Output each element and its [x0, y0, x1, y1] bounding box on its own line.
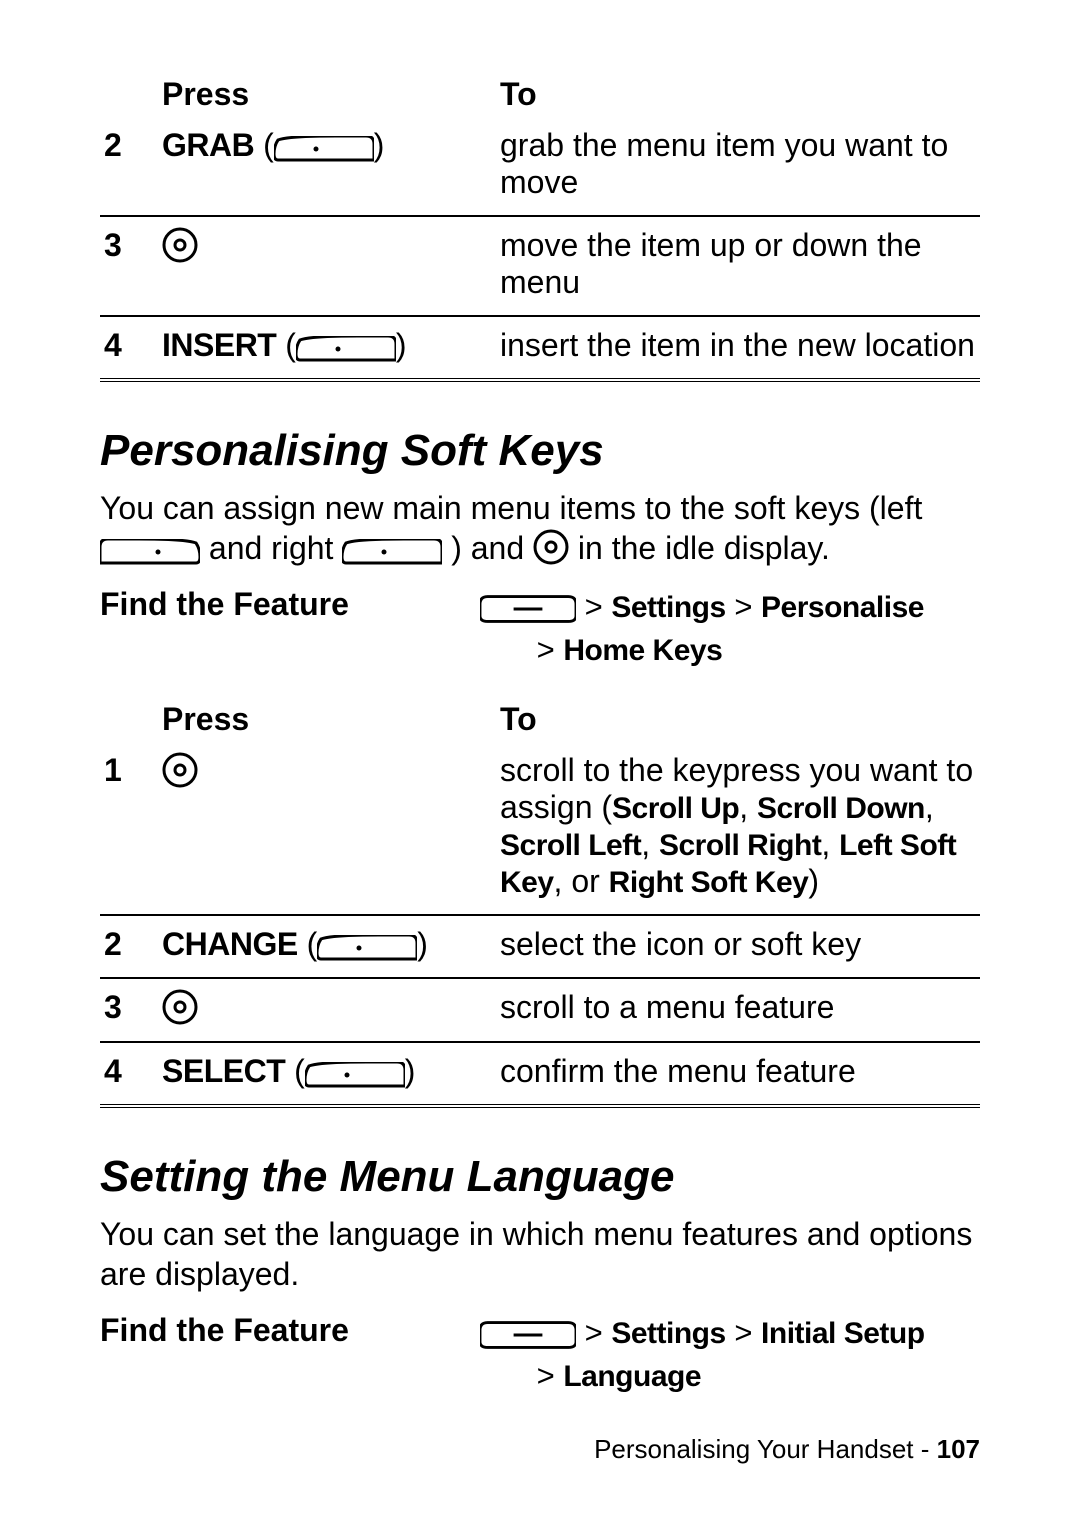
- col-to: To: [496, 70, 980, 117]
- press-cell: CHANGE (): [158, 915, 496, 978]
- to-cell: scroll to a menu feature: [496, 978, 980, 1042]
- nav-disc-icon: [162, 989, 198, 1025]
- menu-path: > Settings > Personalise > Home Keys: [480, 586, 924, 671]
- footer-text: Personalising Your Handset -: [594, 1434, 937, 1464]
- step-number: 3: [100, 978, 158, 1042]
- menu-path: > Settings > Initial Setup > Language: [480, 1312, 925, 1397]
- key-label: INSERT: [162, 327, 276, 363]
- nav-disc-icon: [533, 529, 569, 565]
- press-cell: [158, 216, 496, 316]
- to-cell: select the icon or soft key: [496, 915, 980, 978]
- steps-table-move-menu: Press To 2 GRAB () grab the menu item yo…: [100, 70, 980, 382]
- to-cell: confirm the menu feature: [496, 1042, 980, 1106]
- step-number: 2: [100, 117, 158, 216]
- page-footer: Personalising Your Handset - 107: [594, 1434, 980, 1465]
- softkey-left-icon: [100, 539, 200, 565]
- heading-personalising-soft-keys: Personalising Soft Keys: [100, 426, 980, 476]
- press-cell: [158, 978, 496, 1042]
- to-cell: grab the menu item you want to move: [496, 117, 980, 216]
- col-to: To: [496, 695, 980, 742]
- key-label: CHANGE: [162, 926, 298, 962]
- find-the-feature: Find the Feature > Settings > Initial Se…: [100, 1312, 980, 1397]
- press-cell: SELECT (): [158, 1042, 496, 1106]
- key-label: GRAB: [162, 127, 254, 163]
- softkey-right-icon: [274, 136, 374, 162]
- col-press: Press: [158, 70, 496, 117]
- key-label: SELECT: [162, 1053, 285, 1089]
- step-number: 4: [100, 316, 158, 380]
- col-press: Press: [158, 695, 496, 742]
- find-the-feature: Find the Feature > Settings > Personalis…: [100, 586, 980, 671]
- find-feature-label: Find the Feature: [100, 1312, 480, 1349]
- menu-key-icon: [480, 1321, 576, 1349]
- step-number: 1: [100, 742, 158, 915]
- to-cell: scroll to the keypress you want to assig…: [496, 742, 980, 915]
- press-cell: INSERT (): [158, 316, 496, 380]
- press-cell: [158, 742, 496, 915]
- to-cell: insert the item in the new location: [496, 316, 980, 380]
- step-number: 4: [100, 1042, 158, 1106]
- page-number: 107: [937, 1434, 980, 1464]
- step-number: 2: [100, 915, 158, 978]
- nav-disc-icon: [162, 752, 198, 788]
- softkey-right-icon: [317, 935, 417, 961]
- softkey-right-icon: [305, 1062, 405, 1088]
- paragraph: You can assign new main menu items to th…: [100, 488, 980, 568]
- step-number: 3: [100, 216, 158, 316]
- steps-table-soft-keys: Press To 1 scroll to the keypress you wa…: [100, 695, 980, 1108]
- paragraph: You can set the language in which menu f…: [100, 1214, 980, 1294]
- press-cell: GRAB (): [158, 117, 496, 216]
- nav-disc-icon: [162, 227, 198, 263]
- softkey-right-icon: [296, 336, 396, 362]
- to-cell: move the item up or down the menu: [496, 216, 980, 316]
- menu-key-icon: [480, 595, 576, 623]
- softkey-right-icon: [342, 539, 442, 565]
- heading-setting-menu-language: Setting the Menu Language: [100, 1152, 980, 1202]
- manual-page: Press To 2 GRAB () grab the menu item yo…: [0, 0, 1080, 1525]
- find-feature-label: Find the Feature: [100, 586, 480, 623]
